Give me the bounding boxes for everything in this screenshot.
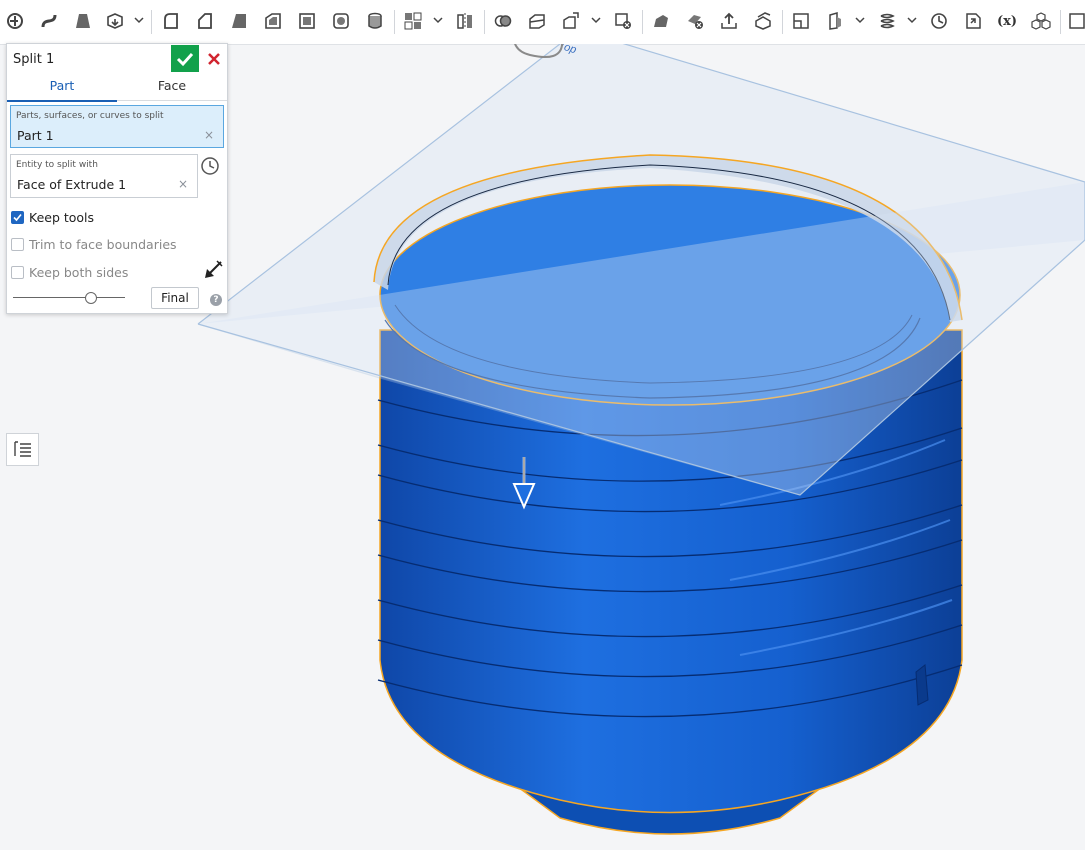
fillet-icon[interactable] xyxy=(160,10,182,32)
history-icon[interactable] xyxy=(200,156,220,176)
keep-tools-option[interactable]: Keep tools xyxy=(11,208,94,226)
entity-field-label: Entity to split with xyxy=(16,160,98,170)
chevron-down-icon[interactable] xyxy=(433,15,443,25)
clear-icon[interactable]: × xyxy=(178,177,188,191)
variable-label: (x) xyxy=(996,13,1018,29)
plane-icon[interactable] xyxy=(790,10,812,32)
entity-to-split-with-field[interactable]: Entity to split with Face of Extrude 1 × xyxy=(10,154,198,198)
entity-field-value[interactable]: Face of Extrude 1 xyxy=(17,177,126,192)
final-button[interactable]: Final xyxy=(151,287,199,309)
chamfer-icon[interactable] xyxy=(194,10,216,32)
move-face-icon[interactable] xyxy=(718,10,740,32)
trim-checkbox[interactable] xyxy=(11,237,24,251)
split-icon[interactable] xyxy=(526,10,548,32)
dialog-title: Split 1 xyxy=(13,52,55,67)
keep-both-sides-checkbox[interactable] xyxy=(11,265,24,279)
trim-label: Trim to face boundaries xyxy=(29,236,177,252)
variable-icon[interactable]: (x) xyxy=(994,10,1020,32)
rollback-slider-track[interactable] xyxy=(13,297,125,298)
split-feature-dialog: Split 1 Part Face Parts, surfaces, or cu… xyxy=(6,43,228,314)
cylinder-icon[interactable] xyxy=(364,10,386,32)
check-icon xyxy=(13,213,22,221)
rib-icon[interactable] xyxy=(330,10,352,32)
hole-icon[interactable] xyxy=(296,10,318,32)
modify-fillet-icon[interactable] xyxy=(650,10,672,32)
shell-icon[interactable] xyxy=(262,10,284,32)
parts-to-split-field[interactable]: Parts, surfaces, or curves to split Part… xyxy=(10,105,224,148)
parts-field-label: Parts, surfaces, or curves to split xyxy=(16,111,164,121)
delete-part-icon[interactable] xyxy=(612,10,634,32)
chevron-down-icon[interactable] xyxy=(591,15,601,25)
checkmark-icon xyxy=(176,52,194,66)
mate-connector-icon[interactable] xyxy=(824,10,846,32)
draft-icon[interactable] xyxy=(228,10,250,32)
trim-option[interactable]: Trim to face boundaries xyxy=(11,235,177,253)
thicken-icon[interactable] xyxy=(104,10,126,32)
boolean-icon[interactable] xyxy=(492,10,514,32)
parts-icon[interactable] xyxy=(1030,10,1052,32)
keep-tools-checkbox[interactable] xyxy=(11,210,24,224)
keep-both-sides-option[interactable]: Keep both sides xyxy=(11,263,128,281)
chevron-down-icon[interactable] xyxy=(907,15,917,25)
mirror-icon[interactable] xyxy=(454,10,476,32)
help-icon[interactable]: ? xyxy=(210,294,222,306)
clear-icon[interactable]: × xyxy=(204,128,214,142)
pattern-icon[interactable] xyxy=(402,10,424,32)
chevron-down-icon[interactable] xyxy=(134,15,144,25)
feature-list-toggle[interactable] xyxy=(6,433,39,466)
tab-face[interactable]: Face xyxy=(117,74,227,100)
accept-button[interactable] xyxy=(171,45,199,72)
dialog-tabs: Part Face xyxy=(7,74,227,102)
replace-face-icon[interactable] xyxy=(752,10,774,32)
sweep-icon[interactable] xyxy=(4,10,26,32)
keep-tools-label: Keep tools xyxy=(29,209,95,225)
list-icon xyxy=(14,441,31,457)
close-icon xyxy=(208,52,220,65)
cancel-button[interactable] xyxy=(203,45,225,72)
more-tools-icon[interactable] xyxy=(1066,10,1085,32)
extrude-icon[interactable] xyxy=(38,10,60,32)
feature-toolbar: (x) xyxy=(0,0,1085,45)
keep-both-sides-label: Keep both sides xyxy=(29,264,129,280)
helix-icon[interactable] xyxy=(876,10,898,32)
flip-direction-icon[interactable] xyxy=(202,259,224,281)
parts-field-value[interactable]: Part 1 xyxy=(17,128,54,143)
loft-icon[interactable] xyxy=(72,10,94,32)
rollback-slider-thumb[interactable] xyxy=(85,292,97,304)
measure-icon[interactable] xyxy=(928,10,950,32)
import-icon[interactable] xyxy=(962,10,984,32)
delete-face-icon[interactable] xyxy=(684,10,706,32)
chevron-down-icon[interactable] xyxy=(855,15,865,25)
tab-part[interactable]: Part xyxy=(7,74,117,102)
transform-icon[interactable] xyxy=(560,10,582,32)
